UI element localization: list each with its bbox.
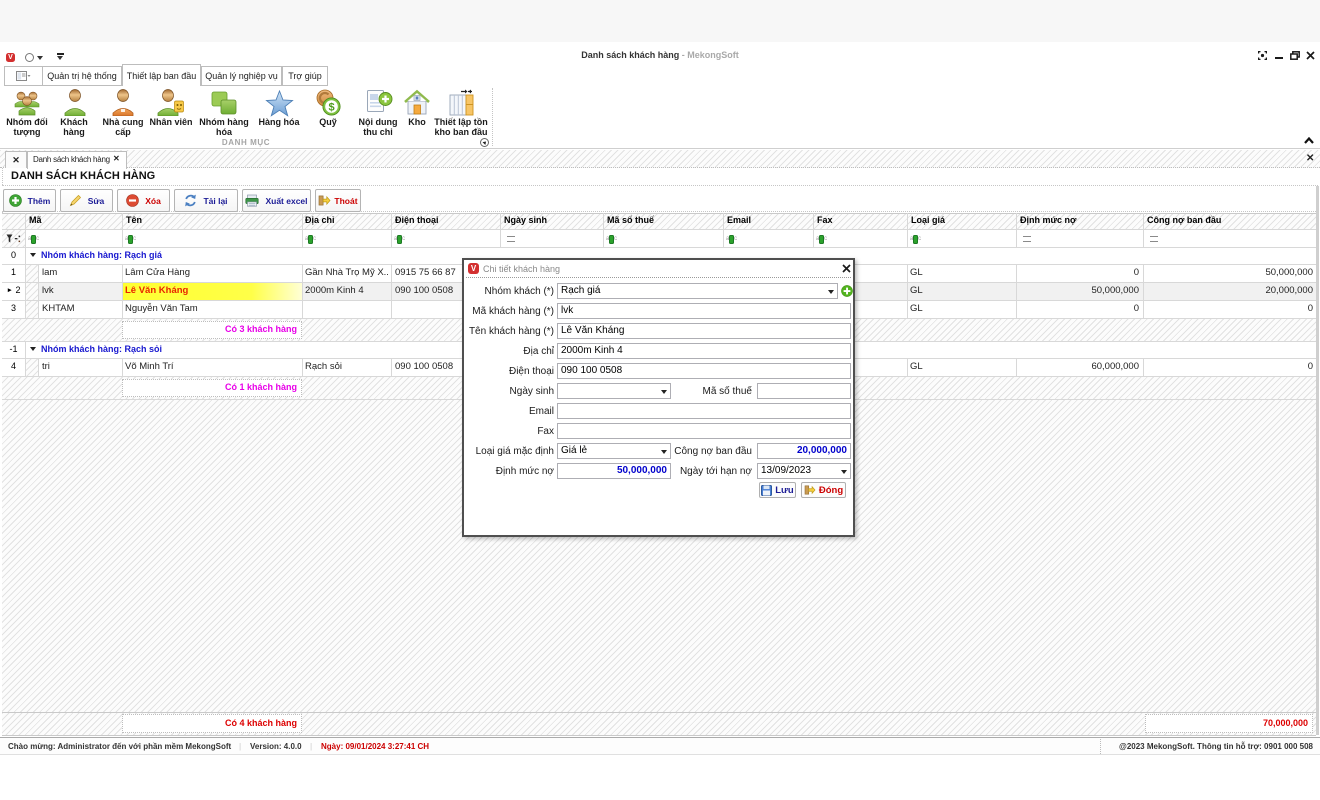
svg-text:$: $ [328,102,334,114]
